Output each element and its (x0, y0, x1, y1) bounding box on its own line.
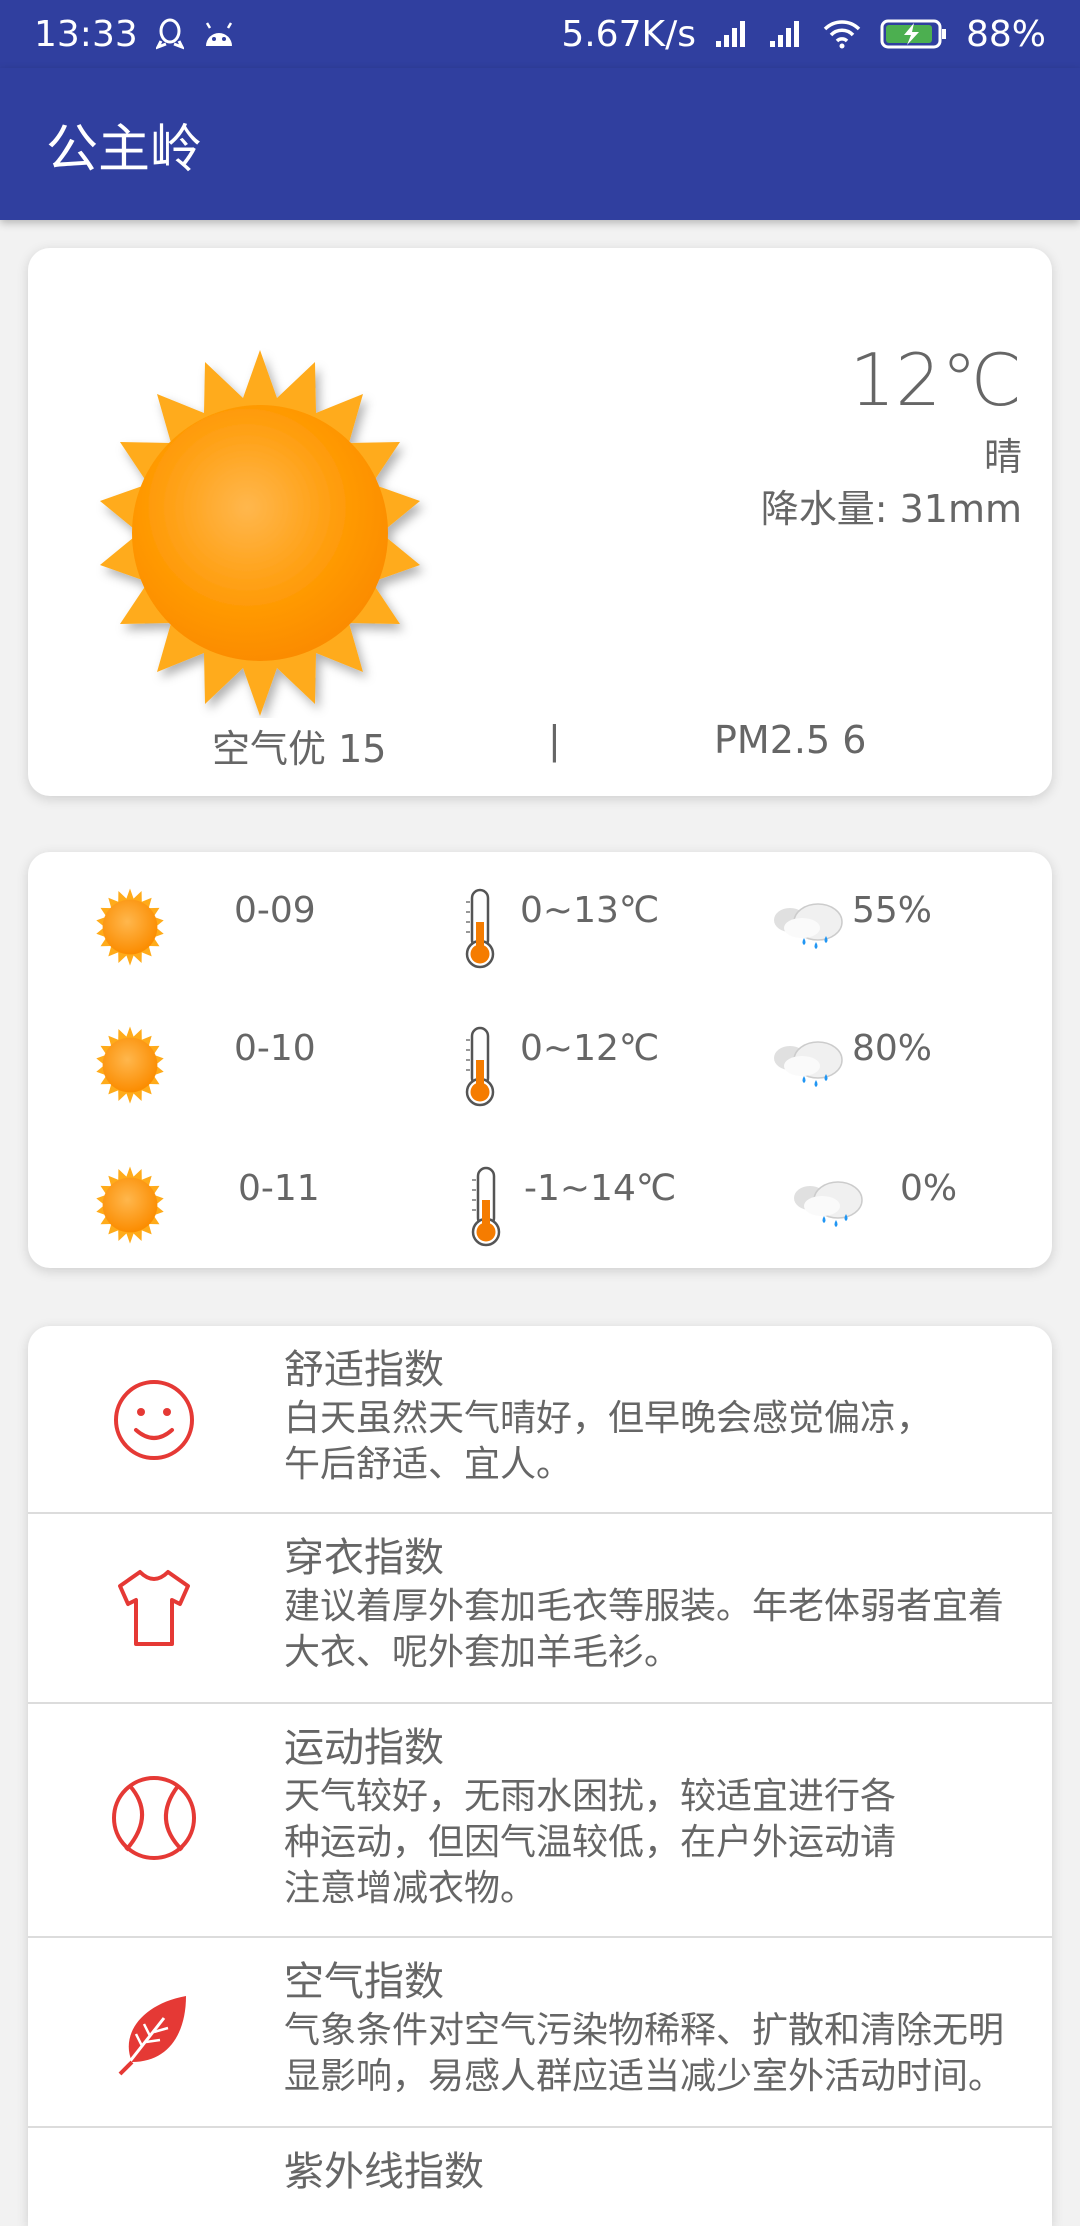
precipitation: 降水量: 31mm (760, 487, 1022, 531)
forecast-humidity: 55% (852, 890, 933, 931)
signal-icon-2 (768, 19, 804, 49)
current-condition: 晴 (983, 435, 1022, 479)
index-item-uv[interactable]: 紫外线指数 (28, 2128, 1052, 2226)
index-title: 空气指数 (284, 1959, 444, 2005)
wifi-icon (822, 19, 862, 49)
aqi-separator: | (548, 718, 561, 762)
network-speed: 5.67K/s (561, 13, 696, 55)
index-title: 穿衣指数 (284, 1535, 444, 1581)
rain-cloud-icon (773, 1041, 843, 1088)
sun-icon (96, 1166, 164, 1244)
forecast-row[interactable]: 0-10 0~12℃ 80% (28, 1000, 1052, 1120)
forecast-card: 0-09 0~13℃ 55% 0-10 0~12℃ 80% 0-11 -1~14… (28, 852, 1052, 1268)
current-weather-card[interactable]: 12℃ 晴 降水量: 31mm 空气优 15 | PM2.5 6 (28, 248, 1052, 796)
index-title: 紫外线指数 (284, 2149, 484, 2195)
index-description: 天气较好，无雨水困扰，较适宜进行各 种运动，但因气温较低，在户外运动请 注意增减… (284, 1776, 897, 1909)
status-bar: 13:33 5.67K/s 88% (0, 0, 1080, 68)
index-description: 气象条件对空气污染物稀释、扩散和清除无明 显影响，易感人群应适当减少室外活动时间… (284, 2010, 1005, 2097)
signal-icon (714, 19, 750, 49)
qq-notification-icon (155, 17, 184, 51)
index-description: 白天虽然天气晴好，但早晚会感觉偏凉， 午后舒适、宜人。 (284, 1398, 933, 1485)
rain-cloud-icon (773, 903, 843, 950)
app-bar: 公主岭 (0, 68, 1080, 220)
ball-icon (112, 1776, 196, 1860)
forecast-date: 0-11 (238, 1168, 320, 1209)
forecast-temp-range: 0~13℃ (520, 890, 660, 931)
sun-icon (96, 888, 164, 966)
forecast-row[interactable]: 0-09 0~13℃ 55% (28, 862, 1052, 982)
battery-percent: 88% (965, 13, 1046, 55)
thermometer-icon (464, 1026, 495, 1107)
thermometer-icon (464, 888, 495, 969)
battery-charging-icon (880, 18, 948, 50)
forecast-humidity: 80% (852, 1028, 933, 1069)
index-title: 舒适指数 (284, 1347, 444, 1393)
aqi-value: 空气优 15 (212, 727, 387, 771)
thermometer-icon (470, 1166, 501, 1247)
leaf-icon (118, 1996, 186, 2076)
status-time: 13:33 (34, 13, 138, 55)
index-item-clothing[interactable]: 穿衣指数 建议着厚外套加毛衣等服装。年老体弱者宜着 大衣、呢外套加羊毛衫。 (28, 1514, 1052, 1704)
rain-cloud-icon (793, 1181, 863, 1228)
tshirt-icon (118, 1570, 190, 1646)
forecast-row[interactable]: 0-11 -1~14℃ 0% (28, 1140, 1052, 1260)
index-item-comfort[interactable]: 舒适指数 白天虽然天气晴好，但早晚会感觉偏凉， 午后舒适、宜人。 (28, 1326, 1052, 1514)
city-title: 公主岭 (46, 119, 203, 180)
forecast-temp-range: -1~14℃ (524, 1168, 677, 1209)
index-item-sport[interactable]: 运动指数 天气较好，无雨水困扰，较适宜进行各 种运动，但因气温较低，在户外运动请… (28, 1704, 1052, 1938)
forecast-date: 0-09 (234, 890, 316, 931)
forecast-temp-range: 0~12℃ (520, 1028, 660, 1069)
sun-icon (96, 1026, 164, 1104)
index-title: 运动指数 (284, 1725, 444, 1771)
pm25-value: PM2.5 6 (714, 718, 867, 762)
index-description: 建议着厚外套加毛衣等服装。年老体弱者宜着 大衣、呢外套加羊毛衫。 (284, 1586, 1005, 1673)
smiley-icon (114, 1380, 194, 1460)
current-temperature: 12℃ (849, 338, 1022, 422)
life-index-card: 舒适指数 白天虽然天气晴好，但早晚会感觉偏凉， 午后舒适、宜人。 穿衣指数 建议… (28, 1326, 1052, 2226)
forecast-humidity: 0% (900, 1168, 958, 1209)
sun-icon (100, 350, 420, 716)
android-notification-icon (202, 20, 236, 48)
index-item-air[interactable]: 空气指数 气象条件对空气污染物稀释、扩散和清除无明 显影响，易感人群应适当减少室… (28, 1938, 1052, 2128)
forecast-date: 0-10 (234, 1028, 316, 1069)
